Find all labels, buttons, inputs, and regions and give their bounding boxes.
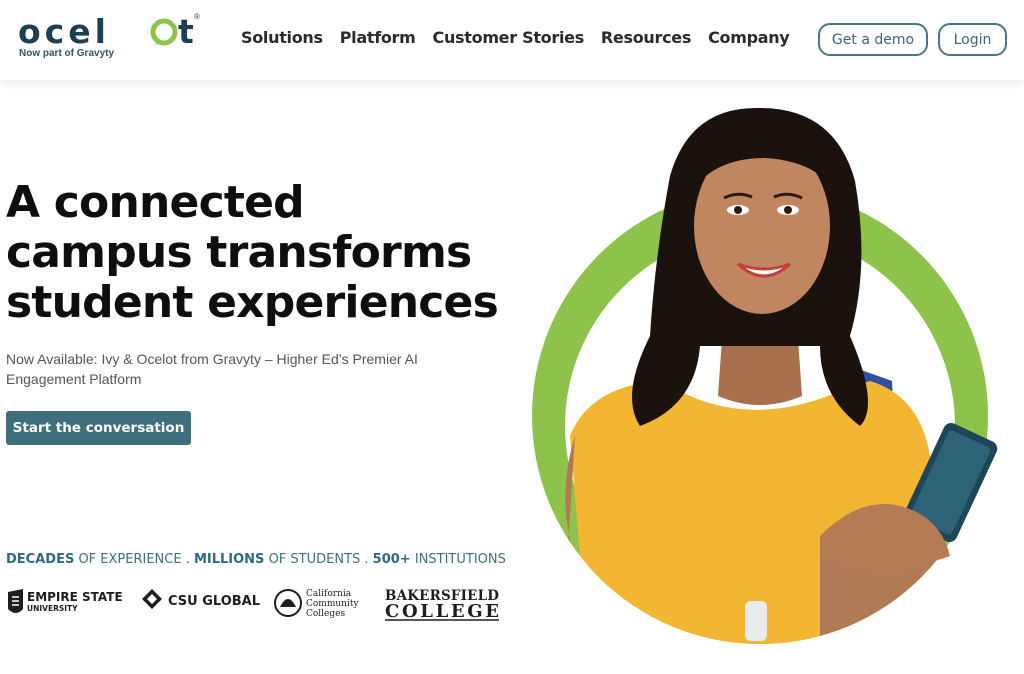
ccc-line-3: Colleges bbox=[306, 609, 345, 619]
hero-title-line-3: student experiences bbox=[6, 277, 499, 328]
svg-text:t: t bbox=[178, 12, 194, 51]
empire-state-university-logo: EMPIRE STATE UNIVERSITY bbox=[8, 589, 123, 613]
nav-customer-stories[interactable]: Customer Stories bbox=[433, 28, 585, 47]
esu-line-1: EMPIRE STATE bbox=[27, 590, 123, 604]
hero-title-line-1: A connected bbox=[6, 177, 305, 228]
bakersfield-college-logo: BAKERSFIELD COLLEGE bbox=[385, 588, 499, 622]
stat-millions: MILLIONS bbox=[193, 552, 265, 567]
ccc-line-2: Community bbox=[306, 599, 359, 609]
hero-subtitle: Now Available: Ivy & Ocelot from Gravyty… bbox=[6, 351, 418, 387]
nav-solutions[interactable]: Solutions bbox=[241, 28, 323, 47]
registered-mark: ® bbox=[194, 12, 200, 21]
partner-logos: EMPIRE STATE UNIVERSITY CSU GLOBAL Calif… bbox=[6, 585, 506, 625]
get-a-demo-button[interactable]: Get a demo bbox=[818, 23, 928, 56]
svg-text:ocel: ocel bbox=[18, 12, 110, 51]
ccc-line-1: California bbox=[306, 589, 352, 599]
main-nav: Solutions Platform Customer Stories Reso… bbox=[241, 28, 790, 47]
site-header: ocel t ® Now part of Gravyty Solutions P… bbox=[0, 0, 1024, 80]
hero-title: A connected campus transforms student ex… bbox=[6, 178, 526, 328]
start-conversation-button[interactable]: Start the conversation bbox=[6, 411, 191, 445]
esu-line-2: UNIVERSITY bbox=[27, 604, 78, 613]
nav-company[interactable]: Company bbox=[708, 28, 790, 47]
hero-student-image bbox=[532, 107, 998, 644]
stat-decades: DECADES bbox=[6, 552, 75, 567]
nav-platform[interactable]: Platform bbox=[340, 28, 416, 47]
california-community-colleges-logo: California Community Colleges bbox=[274, 589, 359, 619]
ocelot-logo[interactable]: ocel t ® Now part of Gravyty bbox=[18, 12, 208, 62]
logo-wordmark: ocel t bbox=[18, 12, 194, 51]
logo-tagline: Now part of Gravyty bbox=[19, 48, 115, 59]
bak-line-2: COLLEGE bbox=[385, 601, 499, 622]
stat-experience: OF EXPERIENCE . bbox=[74, 552, 194, 567]
stats-line: DECADES OF EXPERIENCE . MILLIONS OF STUD… bbox=[6, 552, 506, 567]
csu-text: CSU GLOBAL bbox=[168, 594, 260, 609]
nav-resources[interactable]: Resources bbox=[601, 28, 691, 47]
csu-global-logo: CSU GLOBAL bbox=[142, 589, 260, 609]
stat-students: OF STUDENTS . bbox=[264, 552, 373, 567]
stat-institutions-count: 500+ bbox=[372, 552, 411, 567]
stat-institutions: INSTITUTIONS bbox=[410, 552, 506, 567]
hero-title-line-2: campus transforms bbox=[6, 227, 472, 278]
login-button[interactable]: Login bbox=[938, 23, 1007, 56]
